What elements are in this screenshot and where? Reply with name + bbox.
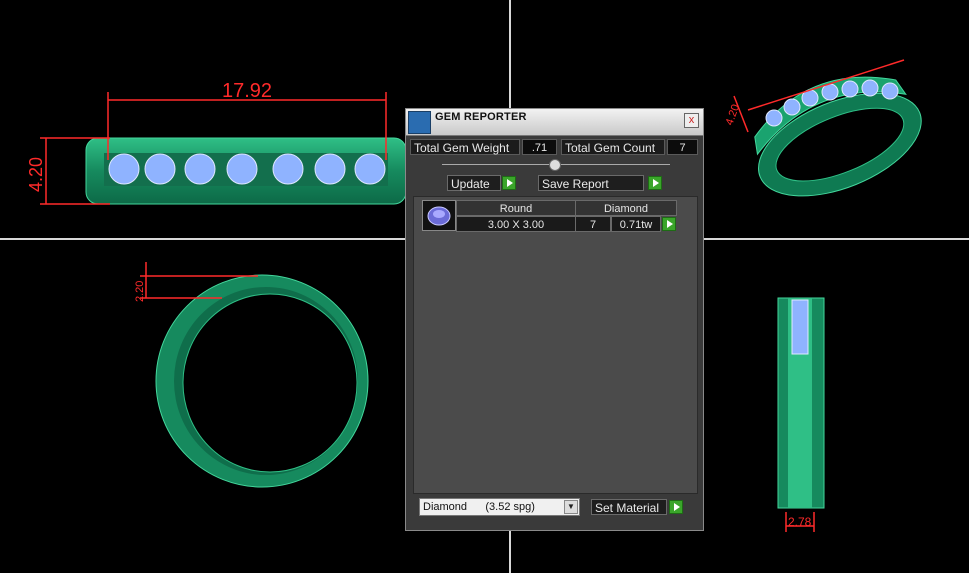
side-view[interactable]: 2.78: [708, 240, 969, 573]
update-go-icon[interactable]: [502, 176, 516, 190]
save-report-button[interactable]: Save Report: [538, 175, 644, 191]
gem-material-header: Diamond: [575, 200, 677, 216]
total-gem-weight-value: .71: [522, 139, 557, 155]
gem-reporter-icon: [408, 111, 431, 134]
set-material-go-icon[interactable]: [669, 500, 683, 514]
chevron-down-icon[interactable]: ▼: [564, 500, 578, 514]
top-height-dimension: 4.20: [26, 157, 46, 192]
panel-titlebar[interactable]: GEM REPORTER x: [406, 109, 703, 136]
save-report-go-icon[interactable]: [648, 176, 662, 190]
material-select[interactable]: Diamond (3.52 spg) ▼: [419, 498, 580, 516]
side-width-dimension: 2.78: [788, 515, 812, 529]
gem-size-cell: 3.00 X 3.00: [456, 216, 576, 232]
close-button[interactable]: x: [684, 113, 699, 128]
gem-count-cell: 7: [575, 216, 611, 232]
total-gem-count-label: Total Gem Count: [561, 139, 665, 155]
perspective-height-dimension: 4.20: [724, 103, 743, 127]
update-button[interactable]: Update: [447, 175, 501, 191]
total-gem-weight-label: Total Gem Weight: [410, 139, 520, 155]
gem-weight-cell: 0.71tw: [611, 216, 661, 232]
slider-handle[interactable]: [549, 159, 561, 171]
panel-title: GEM REPORTER: [435, 111, 527, 123]
gem-row-go-icon[interactable]: [662, 217, 676, 231]
top-width-dimension: 17.92: [222, 80, 272, 102]
perspective-view[interactable]: 4.20: [708, 0, 969, 236]
round-gem-icon: [422, 200, 456, 231]
gem-reporter-panel: GEM REPORTER x Total Gem Weight .71 Tota…: [405, 108, 704, 531]
front-thickness-dimension: 2.20: [134, 281, 146, 302]
gem-shape-header: Round: [456, 200, 576, 216]
material-select-value: Diamond (3.52 spg): [423, 501, 535, 513]
gem-list[interactable]: Round Diamond 3.00 X 3.00 7 0.71tw: [413, 196, 698, 494]
total-gem-count-value: 7: [667, 139, 698, 155]
set-material-button[interactable]: Set Material: [591, 499, 667, 515]
